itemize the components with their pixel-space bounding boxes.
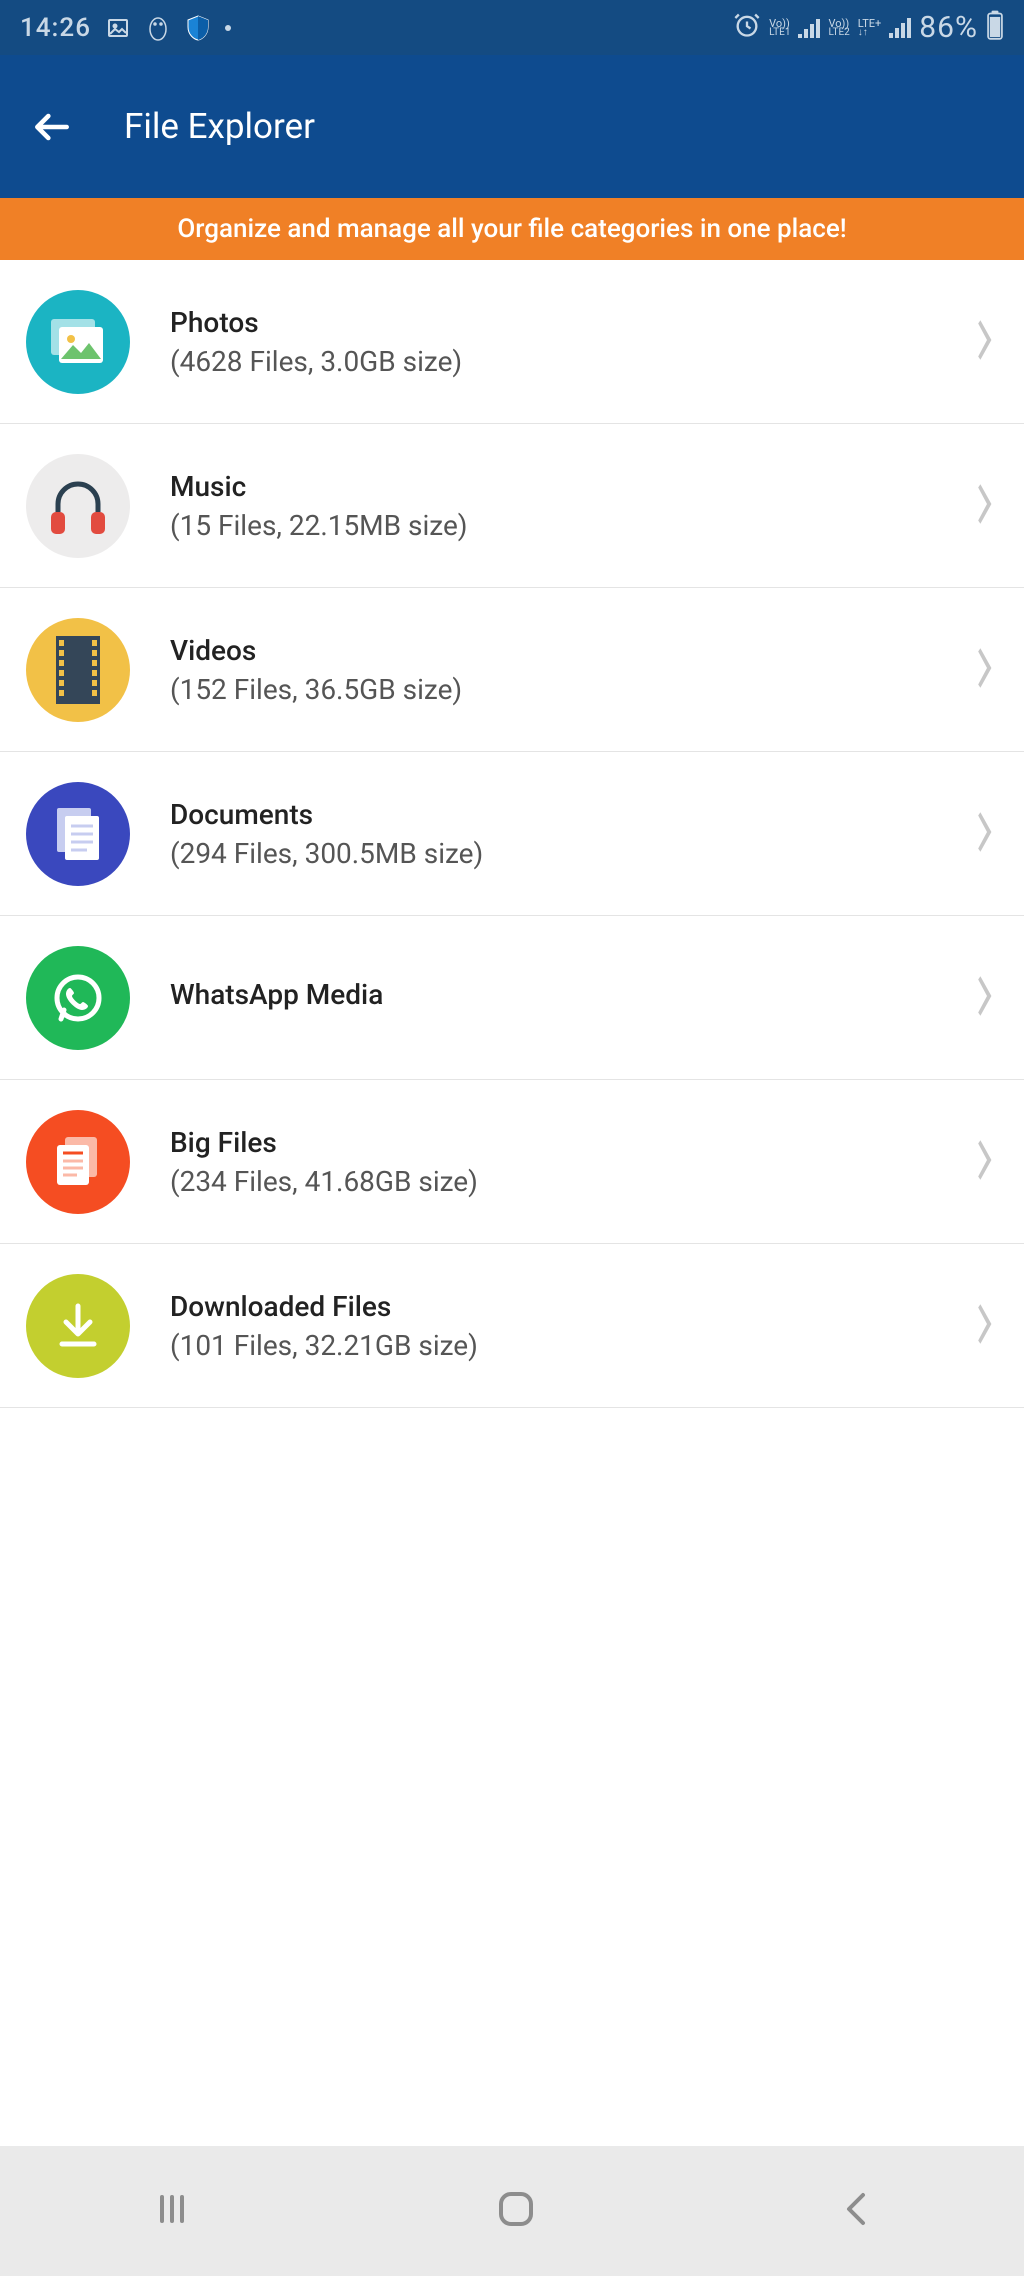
chevron-right-icon [976, 974, 998, 1022]
category-list: Photos (4628 Files, 3.0GB size) Music (1… [0, 260, 1024, 1408]
status-bar: 14:26 Vo)) LTE1 Vo)) LTE2 LTE+ ↓↑ [0, 0, 1024, 55]
category-music[interactable]: Music (15 Files, 22.15MB size) [0, 424, 1024, 588]
chevron-right-icon [976, 810, 998, 858]
category-title: Big Files [170, 1126, 936, 1159]
category-sub: (294 Files, 300.5MB size) [170, 837, 936, 870]
info-banner: Organize and manage all your file catego… [0, 198, 1024, 260]
penguin-icon [145, 15, 171, 41]
nav-home-button[interactable] [493, 2186, 539, 2236]
category-photos[interactable]: Photos (4628 Files, 3.0GB size) [0, 260, 1024, 424]
shield-icon [185, 15, 211, 41]
photos-icon [26, 290, 130, 394]
status-left: 14:26 [20, 13, 231, 43]
category-sub: (15 Files, 22.15MB size) [170, 509, 936, 542]
back-button[interactable] [30, 105, 74, 149]
category-videos[interactable]: Videos (152 Files, 36.5GB size) [0, 588, 1024, 752]
status-right: Vo)) LTE1 Vo)) LTE2 LTE+ ↓↑ 86% [733, 10, 1004, 46]
big-files-icon [26, 1110, 130, 1214]
alarm-icon [733, 11, 761, 45]
chevron-right-icon [976, 1302, 998, 1350]
whatsapp-icon [26, 946, 130, 1050]
chevron-right-icon [976, 318, 998, 366]
page-title: File Explorer [124, 106, 315, 147]
lte-plus-label: LTE+ ↓↑ [858, 19, 882, 37]
category-title: Videos [170, 634, 936, 667]
category-downloads[interactable]: Downloaded Files (101 Files, 32.21GB siz… [0, 1244, 1024, 1408]
signal-icon [798, 18, 820, 38]
download-icon [26, 1274, 130, 1378]
category-sub: (152 Files, 36.5GB size) [170, 673, 936, 706]
category-title: Downloaded Files [170, 1290, 936, 1323]
category-title: Documents [170, 798, 936, 831]
chevron-right-icon [976, 646, 998, 694]
category-title: Music [170, 470, 936, 503]
category-title: WhatsApp Media [170, 978, 936, 1011]
category-sub: (101 Files, 32.21GB size) [170, 1329, 936, 1362]
status-time: 14:26 [20, 13, 91, 43]
sim1-label: Vo)) LTE1 [769, 19, 790, 37]
music-icon [26, 454, 130, 558]
category-sub: (4628 Files, 3.0GB size) [170, 345, 936, 378]
dot-icon [225, 25, 231, 31]
app-bar: File Explorer [0, 55, 1024, 198]
category-whatsapp[interactable]: WhatsApp Media [0, 916, 1024, 1080]
battery-percent: 86% [919, 10, 978, 45]
category-documents[interactable]: Documents (294 Files, 300.5MB size) [0, 752, 1024, 916]
chevron-right-icon [976, 482, 998, 530]
nav-recent-button[interactable] [150, 2187, 194, 2235]
videos-icon [26, 618, 130, 722]
category-title: Photos [170, 306, 936, 339]
battery-icon [986, 10, 1004, 46]
nav-back-button[interactable] [838, 2187, 874, 2235]
category-sub: (234 Files, 41.68GB size) [170, 1165, 936, 1198]
signal-icon [889, 18, 911, 38]
picture-icon [105, 15, 131, 41]
category-bigfiles[interactable]: Big Files (234 Files, 41.68GB size) [0, 1080, 1024, 1244]
system-nav-bar [0, 2146, 1024, 2276]
sim2-label: Vo)) LTE2 [828, 19, 849, 37]
documents-icon [26, 782, 130, 886]
chevron-right-icon [976, 1138, 998, 1186]
